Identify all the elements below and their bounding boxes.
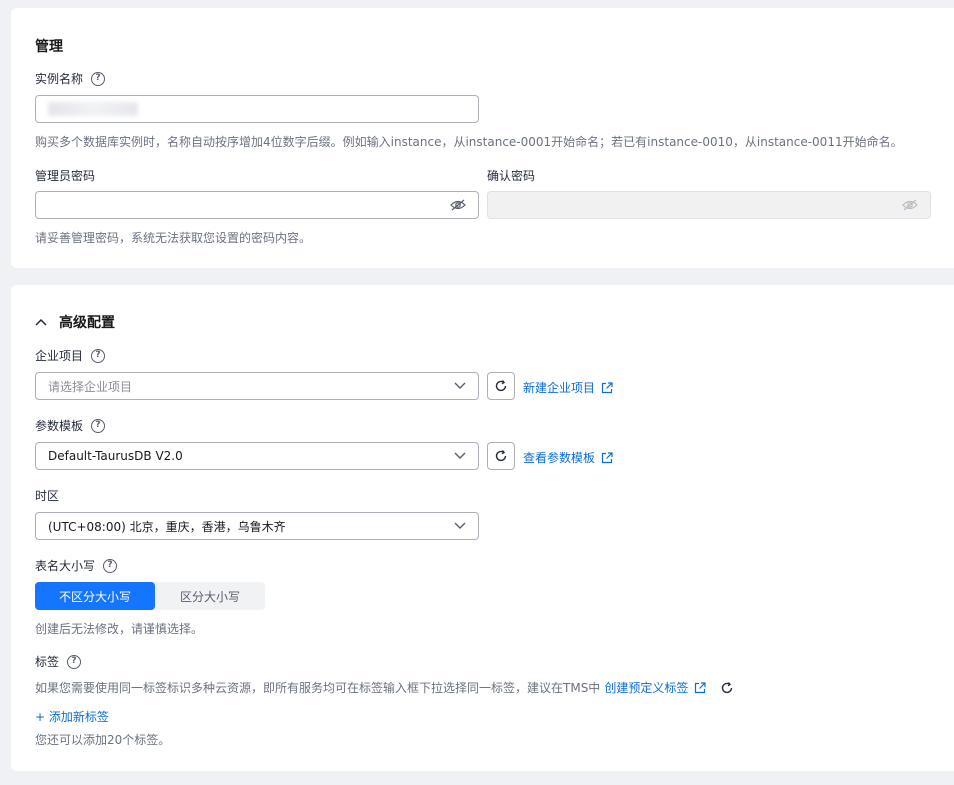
tags-hint-row: 如果您需要使用同一标签标识多种云资源，即所有服务均可在标签输入框下拉选择同一标签… [35,679,734,696]
refresh-button[interactable] [487,372,515,400]
add-tag-button[interactable]: + 添加新标签 [35,708,109,725]
create-enterprise-project-link[interactable]: 新建企业项目 [523,379,613,396]
advanced-config-card: 高级配置 企业项目 ? 请选择企业项目 新建企业项目 参数模板 ? Defaul… [11,285,954,771]
management-card: 管理 实例名称 ? 购买多个数据库实例时，名称自动按序增加4位数字后缀。例如输入… [11,8,954,268]
chevron-down-icon [454,522,466,529]
instance-name-label: 实例名称 ? [35,70,106,87]
view-param-template-link[interactable]: 查看参数模板 [523,449,613,466]
param-template-select[interactable]: Default-TaurusDB V2.0 [35,442,479,470]
admin-password-label: 管理员密码 [35,169,96,183]
help-icon[interactable]: ? [103,558,118,573]
section-title-management: 管理 [35,39,63,55]
help-icon[interactable]: ? [91,418,106,433]
external-link-icon [601,381,613,393]
timezone-select[interactable]: (UTC+08:00) 北京，重庆，香港，乌鲁木齐 [35,512,479,540]
case-insensitive-option[interactable]: 不区分大小写 [35,582,155,610]
case-sensitive-option[interactable]: 区分大小写 [155,582,265,610]
help-icon[interactable]: ? [91,348,106,363]
external-link-icon [601,451,613,463]
instance-name-input[interactable] [35,95,479,123]
chevron-down-icon [454,382,466,389]
enterprise-project-placeholder: 请选择企业项目 [48,379,133,394]
refresh-icon[interactable] [720,681,734,695]
chevron-down-icon [454,452,466,459]
tags-label: 标签 ? [35,653,82,670]
timezone-value: (UTC+08:00) 北京，重庆，香港，乌鲁木齐 [48,519,286,534]
eye-slash-icon[interactable] [902,199,918,211]
help-icon[interactable]: ? [67,654,82,669]
tags-remaining-text: 您还可以添加20个标签。 [35,733,171,747]
external-link-icon [695,681,706,693]
refresh-icon [495,450,507,462]
admin-password-hint: 请妥善管理密码，系统无法获取您设置的密码内容。 [35,231,312,245]
enterprise-project-label: 企业项目 ? [35,347,106,364]
section-title-advanced: 高级配置 [59,315,115,331]
instance-name-hint: 购买多个数据库实例时，名称自动按序增加4位数字后缀。例如输入instance，从… [35,135,903,149]
tags-hint: 如果您需要使用同一标签标识多种云资源，即所有服务均可在标签输入框下拉选择同一标签… [35,681,601,695]
table-case-toggle: 不区分大小写 区分大小写 [35,582,265,610]
table-case-hint: 创建后无法修改，请谨慎选择。 [35,622,204,636]
create-predefined-tag-link[interactable]: 创建预定义标签 [604,679,706,696]
eye-slash-icon[interactable] [450,199,466,211]
confirm-password-label: 确认密码 [487,169,536,183]
param-template-label: 参数模板 ? [35,417,106,434]
confirm-password-input[interactable] [487,191,931,219]
admin-password-input[interactable] [35,191,479,219]
param-template-value: Default-TaurusDB V2.0 [48,449,183,463]
enterprise-project-select[interactable]: 请选择企业项目 [35,372,479,400]
timezone-label: 时区 [35,489,60,503]
chevron-up-icon [35,318,47,326]
table-case-label: 表名大小写 ? [35,557,118,574]
help-icon[interactable]: ? [91,71,106,86]
refresh-button[interactable] [487,442,515,470]
refresh-icon [495,380,507,392]
advanced-config-toggle[interactable]: 高级配置 [35,312,115,332]
